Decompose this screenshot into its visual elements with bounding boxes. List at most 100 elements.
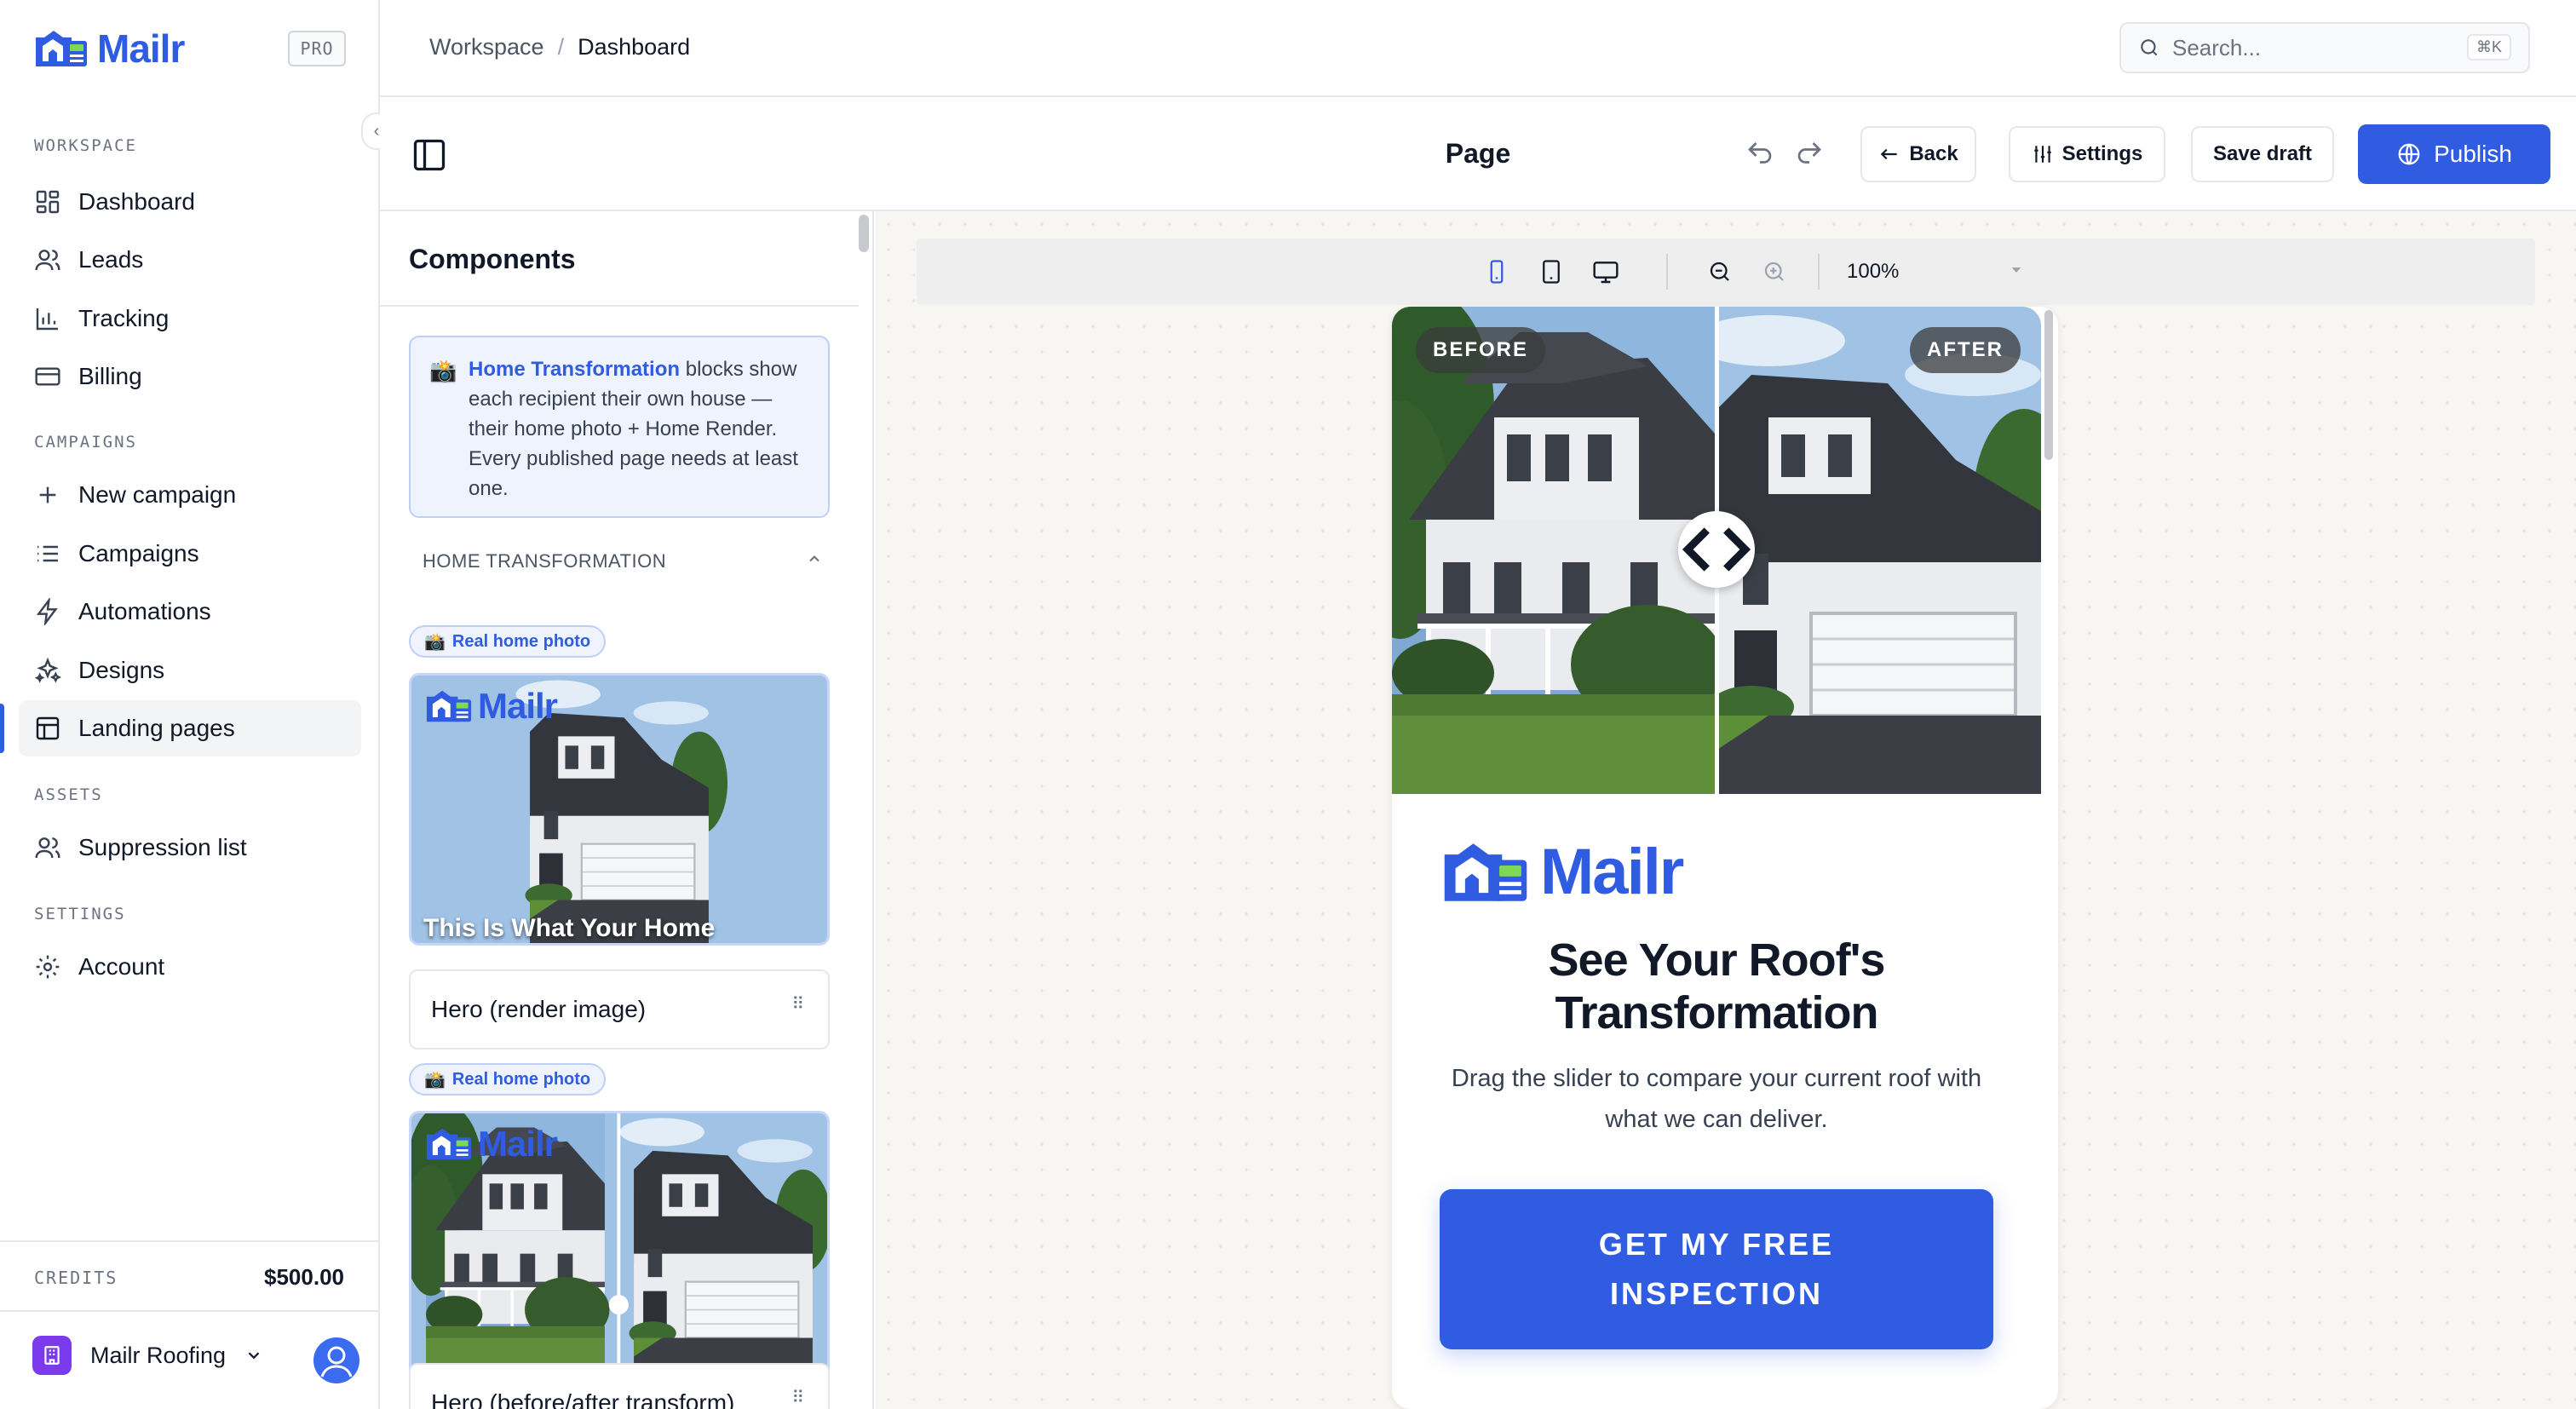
- search-shortcut: ⌘K: [2466, 34, 2511, 60]
- sidebar-item-billing[interactable]: Billing: [19, 348, 361, 405]
- sidebar-item-automations[interactable]: Automations: [19, 584, 361, 640]
- settings-button[interactable]: Settings: [2009, 126, 2165, 182]
- sidebar-item-dashboard[interactable]: Dashboard: [19, 174, 361, 230]
- zoom-value: 100%: [1847, 260, 1900, 283]
- components-scrollbar[interactable]: [859, 215, 869, 252]
- mailr-logo-icon: [1441, 841, 1530, 904]
- tablet-view-button[interactable]: [1535, 256, 1567, 288]
- user-avatar[interactable]: [313, 1337, 359, 1383]
- org-switcher[interactable]: Mailr Roofing: [32, 1336, 263, 1375]
- toolbar-divider: [1666, 254, 1668, 290]
- slider-handle[interactable]: [1678, 511, 1755, 588]
- drag-handle-icon[interactable]: ⠿: [791, 996, 804, 1013]
- breadcrumb-dashboard[interactable]: Dashboard: [578, 34, 690, 60]
- credits-row: CREDITS $500.00: [0, 1240, 378, 1312]
- desktop-view-button[interactable]: [1590, 256, 1622, 288]
- badge-label: Real home photo: [451, 631, 591, 651]
- before-label: BEFORE: [1416, 327, 1546, 373]
- sidebar-item-new-campaign[interactable]: New campaign: [19, 467, 361, 523]
- top-bar: Workspace / Dashboard ⌘K: [380, 0, 2576, 97]
- zoom-in-button[interactable]: [1758, 256, 1791, 288]
- zoom-out-button[interactable]: [1704, 256, 1736, 288]
- sidebar-item-label: Suppression list: [78, 834, 247, 860]
- redo-button[interactable]: [1792, 136, 1826, 170]
- sidebar-item-label: Tracking: [78, 305, 170, 331]
- list-icon: [37, 545, 58, 562]
- sidebar-item-designs[interactable]: Designs: [19, 642, 361, 699]
- breadcrumb-workspace[interactable]: Workspace: [429, 34, 544, 60]
- back-button[interactable]: Back: [1860, 126, 1976, 182]
- breadcrumb-separator: /: [557, 34, 565, 60]
- chevron-left-icon: ‹: [373, 121, 380, 141]
- zoom-in-icon: [1764, 262, 1784, 281]
- monitor-icon: [1593, 262, 1619, 284]
- sidebar-item-tracking[interactable]: Tracking: [19, 290, 361, 347]
- bolt-icon: [36, 598, 58, 625]
- components-header: Components: [380, 211, 859, 307]
- mobile-view-button[interactable]: [1481, 256, 1513, 288]
- sidebar-item-label: Billing: [78, 363, 142, 389]
- search-input[interactable]: [2172, 34, 2453, 61]
- preview-logo: Mailr: [1441, 835, 1684, 909]
- preview-subtext: Drag the slider to compare your current …: [1451, 1065, 1982, 1133]
- brand-logo[interactable]: Mailr: [34, 26, 185, 72]
- publish-label: Publish: [2434, 141, 2512, 167]
- sidebar-item-label: Dashboard: [78, 188, 195, 215]
- sidebar-item-label: Leads: [78, 246, 144, 273]
- chevron-down-icon: [248, 1352, 260, 1360]
- sidebar-item-label: Campaigns: [78, 540, 199, 566]
- plan-badge: PRO: [288, 31, 346, 66]
- component-thumbnail-before-after[interactable]: Mailr: [409, 1111, 830, 1383]
- active-indicator: [0, 704, 4, 753]
- group-label: HOME TRANSFORMATION: [423, 550, 667, 572]
- undo-button[interactable]: [1743, 136, 1777, 170]
- badge-label: Real home photo: [451, 1069, 591, 1089]
- sidebar-item-account[interactable]: Account: [19, 939, 361, 995]
- component-thumbnail-hero-render[interactable]: Mailr This Is What Your Home: [409, 673, 830, 946]
- sidebar-item-leads[interactable]: Leads: [19, 232, 361, 288]
- search-icon: [2141, 39, 2158, 56]
- globe-icon: [2398, 143, 2420, 165]
- publish-button[interactable]: Publish: [2358, 124, 2550, 184]
- toggle-panel-button[interactable]: [411, 136, 448, 174]
- sidebar: Mailr PRO ‹ WORKSPACE Dashboard Leads Tr…: [0, 0, 392, 1409]
- sidebar-item-label: Account: [78, 953, 165, 980]
- components-panel: Components 📸 Home Transformation blocks …: [380, 211, 874, 1409]
- group-home-transformation[interactable]: HOME TRANSFORMATION: [423, 550, 823, 572]
- breadcrumb: Workspace / Dashboard: [429, 34, 690, 60]
- section-settings: SETTINGS: [34, 905, 126, 923]
- app-name: Mailr: [97, 26, 185, 71]
- editor-toolbar: Page Back Settings Save draft Publish: [380, 97, 2576, 211]
- zoom-select[interactable]: 100%: [1847, 256, 2034, 288]
- page-preview: BEFORE AFTER Mailr See Your Roof's Trans…: [1392, 307, 2058, 1409]
- drag-handle-icon[interactable]: ⠿: [791, 1389, 804, 1406]
- preview-scrollbar[interactable]: [2044, 310, 2053, 460]
- sidebar-item-campaigns[interactable]: Campaigns: [19, 526, 361, 582]
- plus-icon: [39, 486, 56, 503]
- layout-icon: [36, 716, 60, 740]
- section-workspace: WORKSPACE: [34, 136, 137, 155]
- camera-icon: 📸: [424, 632, 446, 652]
- component-hero-render[interactable]: Hero (render image) ⠿: [409, 969, 830, 1050]
- credits-value: $500.00: [264, 1264, 344, 1290]
- sidebar-item-label: New campaign: [78, 481, 237, 508]
- search-box[interactable]: ⌘K: [2119, 22, 2530, 73]
- cta-button[interactable]: GET MY FREE INSPECTION: [1440, 1189, 1993, 1349]
- phone-icon: [1490, 260, 1504, 284]
- info-strong: Home Transformation: [469, 358, 681, 381]
- user-icon: [320, 1346, 353, 1377]
- save-draft-button[interactable]: Save draft: [2191, 126, 2334, 182]
- thumbnail-logo: Mailr: [425, 686, 558, 727]
- sidebar-item-suppression-list[interactable]: Suppression list: [19, 820, 361, 876]
- camera-icon: 📸: [424, 1070, 446, 1090]
- mailr-logo-icon: [425, 689, 473, 723]
- after-label: AFTER: [1910, 327, 2021, 373]
- sidebar-item-landing-pages[interactable]: Landing pages: [19, 700, 361, 756]
- component-hero-before-after[interactable]: Hero (before/after transform) ⠿: [409, 1363, 830, 1409]
- before-after-slider[interactable]: BEFORE AFTER: [1392, 307, 2041, 794]
- components-title: Components: [409, 244, 576, 274]
- code-chevrons-icon: [1682, 527, 1751, 572]
- thumbnail-logo-text: Mailr: [478, 686, 558, 726]
- thumbnail-caption: This Is What Your Home: [423, 914, 716, 942]
- arrow-left-icon: [1881, 148, 1897, 160]
